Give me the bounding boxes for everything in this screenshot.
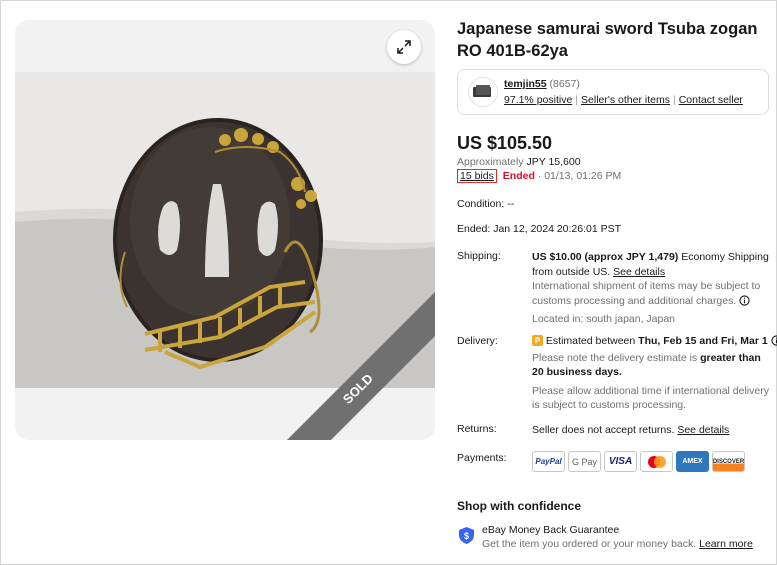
learn-more-link[interactable]: Learn more [699, 538, 753, 550]
condition-label: Condition: [457, 198, 505, 210]
delivery-details: P Estimated between Thu, Feb 15 and Fri,… [532, 334, 777, 413]
guarantee-sub-text: Get the item you ordered or your money b… [482, 538, 697, 550]
guarantee-sub: Get the item you ordered or your money b… [482, 538, 753, 550]
delivery-note2: Please allow additional time if internat… [532, 384, 769, 412]
bids-line: 15 bids Ended · 01/13, 01:26 PM [457, 169, 621, 183]
seller-positive-link[interactable]: 97.1% positive [504, 94, 572, 106]
delivery-label: Delivery: [457, 335, 498, 347]
item-title: Japanese samurai sword Tsuba zogan RO 40… [457, 20, 758, 60]
approx-prefix: Approximately [457, 156, 524, 168]
ended-status: Ended [502, 170, 535, 182]
shield-icon: $ [459, 527, 474, 544]
discover-icon: DISCOVER [712, 451, 745, 472]
shipping-details: US $10.00 (approx JPY 1,479) Economy Shi… [532, 250, 769, 327]
svg-text:$: $ [464, 531, 469, 541]
visa-icon: VISA [604, 451, 637, 472]
bids-link[interactable]: 15 bids [457, 169, 497, 183]
contact-seller-link[interactable]: Contact seller [679, 94, 743, 106]
returns-see-details-link[interactable]: See details [677, 424, 729, 436]
expand-icon [397, 40, 411, 54]
item-photo [15, 72, 435, 388]
mastercard-icon [640, 451, 673, 472]
separator: | [575, 94, 579, 106]
condition-row: Condition: -- [457, 198, 514, 210]
seller-avatar-icon [473, 85, 491, 97]
condition-value: -- [507, 198, 515, 210]
delivery-dates: Thu, Feb 15 and Fri, Mar 1 [638, 335, 768, 347]
seller-other-items-link[interactable]: Seller's other items [581, 94, 670, 106]
expand-button[interactable] [387, 30, 421, 64]
confidence-title: Shop with confidence [457, 499, 582, 513]
seller-avatar[interactable] [468, 77, 498, 107]
delivery-prefix: Estimated between [545, 335, 636, 347]
amex-icon: AMEX [676, 451, 709, 472]
returns-value: Seller does not accept returns. [532, 424, 675, 436]
separator: | [672, 94, 676, 106]
info-icon[interactable] [739, 294, 750, 306]
delivery-note-prefix: Please note the delivery estimate is [532, 351, 698, 364]
delivery-badge-icon: P [532, 335, 543, 346]
seller-name-link[interactable]: temjin55 [504, 78, 547, 90]
shipping-note: International shipment of items may be s… [532, 280, 761, 307]
ended-value: Jan 12, 2024 20:26:01 PST [493, 223, 622, 235]
shipping-label: Shipping: [457, 250, 501, 262]
shipping-see-details-link[interactable]: See details [613, 266, 665, 278]
end-date-short: · 01/13, 01:26 PM [537, 170, 622, 182]
google-pay-icon: G Pay [568, 451, 601, 472]
item-price: US $105.50 [457, 133, 553, 153]
seller-score: (8657) [549, 78, 580, 90]
payments-label: Payments: [457, 452, 507, 464]
guarantee-title: eBay Money Back Guarantee [482, 524, 620, 536]
item-location: Located in: south japan, Japan [532, 313, 676, 325]
ended-row: Ended: Jan 12, 2024 20:26:01 PST [457, 223, 621, 235]
info-icon[interactable] [770, 335, 777, 346]
listing-info: Japanese samurai sword Tsuba zogan RO 40… [457, 18, 777, 513]
image-gallery[interactable]: SOLD [15, 20, 435, 440]
approx-value: JPY 15,600 [526, 156, 581, 168]
payment-methods: PayPal G Pay VISA AMEX DISCOVER [532, 451, 745, 472]
shipping-cost: US $10.00 (approx JPY 1,479) [532, 251, 679, 263]
returns-label: Returns: [457, 423, 497, 435]
seller-card: temjin55 (8657) 97.1% positive | Seller's … [457, 69, 769, 115]
returns-details: Seller does not accept returns. See deta… [532, 423, 769, 438]
approx-price: Approximately JPY 15,600 [457, 156, 581, 168]
paypal-icon: PayPal [532, 451, 565, 472]
svg-text:P: P [535, 337, 541, 346]
ended-label: Ended: [457, 223, 491, 235]
